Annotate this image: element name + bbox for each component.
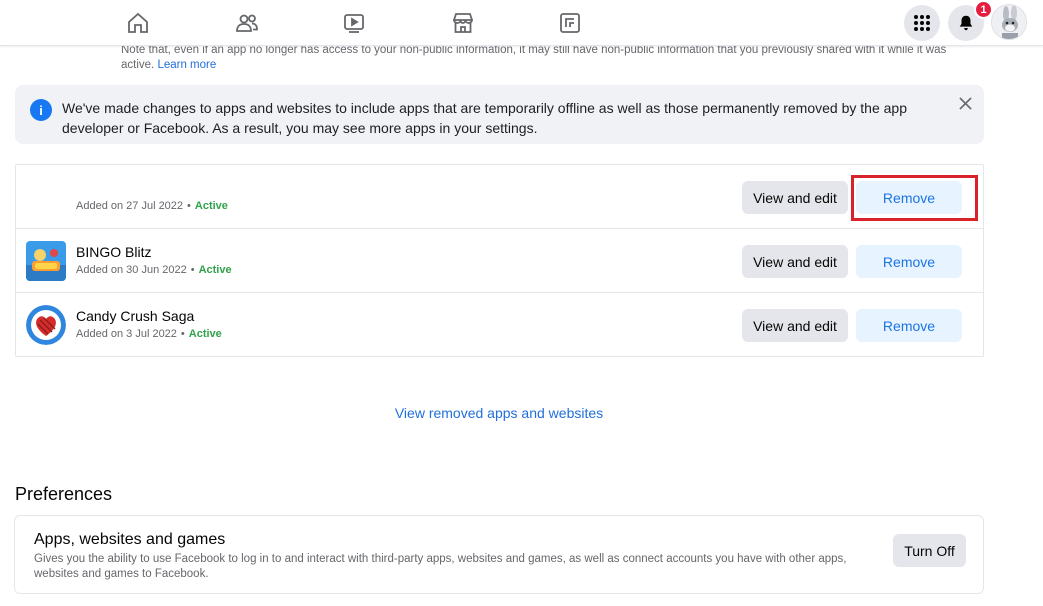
app-added-date: Added on 3 Jul 2022 — [76, 328, 177, 340]
turn-off-button[interactable]: Turn Off — [893, 534, 966, 567]
app-added-date: Added on 27 Jul 2022 — [76, 200, 184, 212]
note-body: Note that, even if an app no longer has … — [121, 44, 947, 71]
avatar[interactable] — [991, 4, 1027, 40]
app-name: Candy Crush Saga — [76, 308, 195, 324]
preference-name: Apps, websites and games — [34, 531, 226, 548]
app-name: BINGO Blitz — [76, 244, 152, 260]
preferences-heading: Preferences — [15, 484, 113, 504]
banner-text: We've made changes to apps and websites … — [62, 100, 907, 136]
preferences-card: Apps, websites and games Gives you the a… — [14, 515, 984, 594]
home-icon[interactable] — [125, 10, 151, 36]
bell-icon — [959, 15, 973, 31]
app-meta: Added on 27 Jul 2022 • Active — [76, 200, 228, 212]
app-added-date: Added on 30 Jun 2022 — [76, 264, 187, 276]
app-status: Active — [198, 264, 232, 276]
info-banner: i We've made changes to apps and website… — [15, 85, 984, 144]
note-text: Note that, even if an app no longer has … — [121, 43, 981, 73]
friends-icon[interactable] — [234, 10, 260, 36]
app-row: Added on 27 Jul 2022 • Active View and edi… — [16, 165, 983, 229]
close-icon[interactable] — [956, 94, 974, 112]
view-and-edit-button[interactable]: View and edit — [742, 245, 848, 278]
app-meta: Added on 30 Jun 2022 • Active — [76, 264, 232, 276]
apps-list: Added on 27 Jul 2022 • Active View and edi… — [15, 164, 984, 357]
remove-button[interactable]: Remove — [856, 245, 962, 278]
view-removed-apps-link[interactable]: View removed apps and websites — [0, 405, 998, 421]
top-navigation-bar: 1 — [0, 0, 1043, 46]
app-row: Candy Crush Saga Added on 3 Jul 2022 • Act… — [16, 293, 983, 357]
app-status: Active — [194, 200, 228, 212]
app-meta: Added on 3 Jul 2022 • Active — [76, 328, 222, 340]
view-and-edit-button[interactable]: View and edit — [742, 181, 848, 214]
app-status: Active — [188, 328, 222, 340]
gaming-icon[interactable] — [557, 10, 583, 36]
notification-count-badge: 1 — [974, 0, 993, 19]
view-and-edit-button[interactable]: View and edit — [742, 309, 848, 342]
watch-icon[interactable] — [341, 10, 367, 36]
remove-button[interactable]: Remove — [856, 309, 962, 342]
bingo-blitz-app-icon — [26, 241, 66, 281]
marketplace-icon[interactable] — [450, 10, 476, 36]
highlight-box — [851, 175, 978, 221]
menu-icon[interactable] — [904, 5, 940, 41]
candy-crush-app-icon — [26, 305, 66, 345]
notifications-button[interactable]: 1 — [948, 0, 993, 41]
preference-description: Gives you the ability to use Facebook to… — [34, 553, 847, 580]
app-row: BINGO Blitz Added on 30 Jun 2022 • Active … — [16, 229, 983, 293]
learn-more-link[interactable]: Learn more — [157, 59, 216, 71]
info-icon: i — [30, 99, 52, 121]
